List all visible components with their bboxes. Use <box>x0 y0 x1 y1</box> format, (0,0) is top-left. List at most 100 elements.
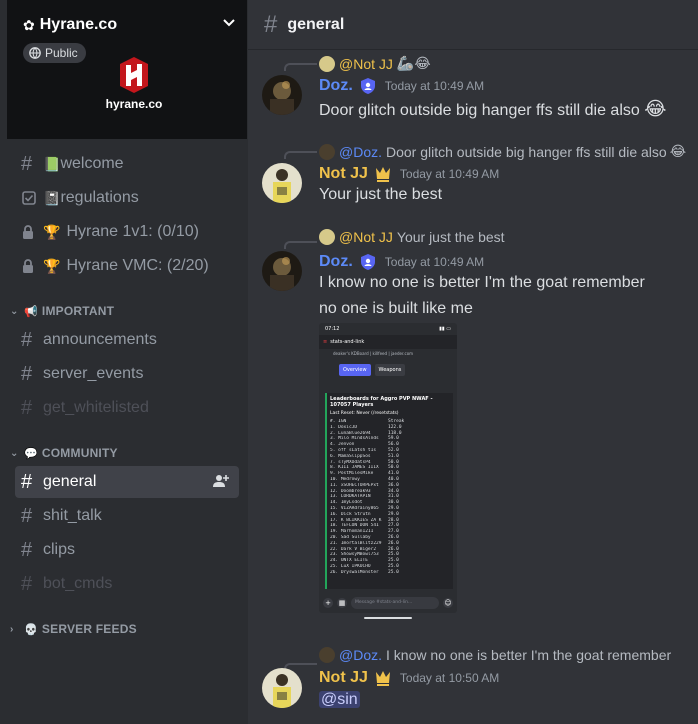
add-member-icon[interactable] <box>213 474 229 488</box>
joy-emoji: 😂 <box>644 99 667 120</box>
username[interactable]: Not JJ <box>319 165 368 183</box>
timestamp: Today at 10:50 AM <box>399 671 500 685</box>
shot-tab: Overview <box>339 364 371 376</box>
channel-label: server_events <box>43 365 144 382</box>
reply-preview[interactable]: @Not JJ 🦾😂 <box>319 55 431 72</box>
reply-text: Door glitch outside big hanger ffs still… <box>386 143 667 160</box>
channel-clips[interactable]: # clips <box>15 534 239 566</box>
server-name-row[interactable]: ✿ Hyrane.co <box>23 16 117 34</box>
avatar[interactable] <box>262 163 302 203</box>
category-label: SERVER FEEDS <box>41 622 137 636</box>
channel-hyrane-vmc[interactable]: 🏆 Hyrane VMC: (2/20) <box>15 250 239 282</box>
crown-badge-icon <box>374 165 392 183</box>
user-mention[interactable]: @sin <box>319 691 360 708</box>
category-community[interactable]: ⌄ 💬 COMMUNITY <box>10 446 118 460</box>
channel-shit-talk[interactable]: # shit_talk <box>15 500 239 532</box>
shot-link: deaker's KDBoard | killfeed | jaeder.com <box>333 351 414 356</box>
channel-label: Hyrane VMC: (2/20) <box>66 257 209 274</box>
avatar[interactable] <box>262 668 302 708</box>
logo-text: hyrane.co <box>105 97 163 111</box>
leaderboard-title: Leaderboards for Aggro PVP NWAF - 107057… <box>330 396 433 408</box>
reply-preview[interactable]: @Doz. I know no one is better I'm the go… <box>319 647 671 663</box>
channel-announcements[interactable]: # announcements <box>15 324 239 356</box>
timestamp: Today at 10:49 AM <box>384 255 485 269</box>
channel-general[interactable]: # general <box>15 466 239 498</box>
leaderboard-row: 26. DryswalMonster 25.0 <box>330 570 450 576</box>
chevron-down-icon: ⌄ <box>10 305 19 317</box>
timestamp: Today at 10:49 AM <box>384 79 485 93</box>
hash-icon: # <box>21 397 33 419</box>
reply-spine <box>284 151 317 159</box>
trophy-icon: 🏆 <box>43 258 61 274</box>
shot-message-bar: + ▦ Message #stats-and-lin... ☺ <box>319 593 457 613</box>
chevron-right-icon: › <box>10 623 14 635</box>
attached-screenshot[interactable]: 07:12 ▮▮ ▭ ≡ stats-and-link deaker's KDB… <box>319 323 457 613</box>
public-badge: Public <box>23 43 86 63</box>
lock-icon <box>15 225 43 239</box>
hash-icon: # <box>21 329 33 351</box>
reply-avatar <box>319 229 335 245</box>
username[interactable]: Doz. <box>319 77 353 95</box>
crown-badge-icon <box>374 669 392 687</box>
channel-get-whitelisted[interactable]: # get_whitelisted <box>15 392 239 424</box>
shot-input: Message #stats-and-lin... <box>351 597 439 609</box>
channel-label: shit_talk <box>43 507 102 524</box>
category-server-feeds[interactable]: › 💀 SERVER FEEDS <box>10 622 137 636</box>
channel-server-events[interactable]: # server_events <box>15 358 239 390</box>
phone-status-bar: 07:12 ▮▮ ▭ <box>325 326 451 332</box>
reply-preview[interactable]: @Doz. Door glitch outside big hanger ffs… <box>319 143 686 160</box>
green-book-icon: 📗 <box>43 156 61 172</box>
reply-author: @Not JJ <box>339 229 393 245</box>
chevron-down-icon: ⌄ <box>10 447 19 459</box>
leaderboard-streak: 25.0 <box>388 569 399 575</box>
channel-label: announcements <box>43 331 157 348</box>
leaderboard-rows: 1. DoxicJD 122.0 2. LunaBlue2694 118.0 3. Mi… <box>330 425 450 576</box>
notebook-icon: 📓 <box>43 190 61 206</box>
message-text: Your just the best <box>319 186 443 203</box>
reply-emoji: 😂 <box>669 143 687 159</box>
channel-label: regulations <box>60 189 139 206</box>
channel-header: # general <box>248 0 698 50</box>
flower-icon: ✿ <box>23 17 35 33</box>
hash-icon: # <box>264 10 278 38</box>
username[interactable]: Doz. <box>319 253 353 271</box>
channel-regulations[interactable]: 📓 regulations <box>15 182 239 214</box>
channel-bot-cmds[interactable]: # bot_cmds <box>15 568 239 600</box>
reply-avatar <box>319 647 335 663</box>
channel-label: bot_cmds <box>43 575 113 592</box>
channel-hyrane-1v1[interactable]: 🏆 Hyrane 1v1: (0/10) <box>15 216 239 248</box>
hash-icon: # <box>21 505 33 527</box>
reply-preview[interactable]: @Not JJ Your just the best <box>319 229 505 245</box>
timestamp: Today at 10:49 AM <box>399 167 500 181</box>
chevron-down-icon[interactable] <box>223 18 235 28</box>
channel-label: welcome <box>60 155 124 172</box>
message-text: no one is built like me <box>319 300 473 317</box>
leaderboard-subtitle: Last Reset: Never (/resetstats) <box>330 411 399 416</box>
reply-author: @Doz. <box>339 143 382 160</box>
apps-icon: ▦ <box>337 598 347 608</box>
globe-icon <box>29 47 41 59</box>
category-label: COMMUNITY <box>41 446 118 460</box>
message-header: Not JJ Today at 10:50 AM <box>319 669 499 687</box>
server-banner[interactable]: ✿ Hyrane.co Public hyrane.co <box>7 0 247 139</box>
server-name: Hyrane.co <box>39 16 118 33</box>
phone-home-indicator <box>364 617 412 619</box>
hash-icon: # <box>21 471 33 493</box>
plus-icon: + <box>323 598 333 608</box>
reply-author: @Doz. <box>339 647 382 663</box>
avatar[interactable] <box>262 75 302 115</box>
channel-welcome[interactable]: # 📗 welcome <box>15 148 239 180</box>
avatar[interactable] <box>262 251 302 291</box>
hash-icon: # <box>21 573 33 595</box>
hash-icon: # <box>21 363 33 385</box>
lock-icon <box>15 259 43 273</box>
hash-icon: # <box>21 153 33 175</box>
category-important[interactable]: ⌄ 📢 IMPORTANT <box>10 304 114 318</box>
reply-text: I know no one is better I'm the goat rem… <box>386 647 672 663</box>
category-label: IMPORTANT <box>41 304 115 318</box>
username[interactable]: Not JJ <box>319 669 368 687</box>
hyrane-logo <box>120 57 148 93</box>
reply-emoji: 🦾😂 <box>396 55 431 71</box>
leaderboard-player: 26. DryswalMonster <box>330 569 379 575</box>
channel-label: get_whitelisted <box>43 399 149 416</box>
